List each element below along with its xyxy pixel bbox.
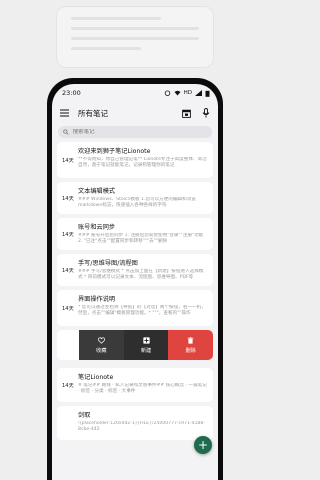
favorite-label: 收藏 xyxy=(96,347,107,354)
wifi-icon xyxy=(174,90,181,96)
note-days xyxy=(62,410,78,436)
app-screen: 23:00 HD 所有笔记 搜索笔记 14天 欢迎来到狮子笔记Lionote *… xyxy=(52,84,218,480)
note-card[interactable]: 14天 账号和云同步 ### 账号开启后同步 1. 注册后您就会使用"登录""注… xyxy=(57,218,213,250)
signal-icon xyxy=(195,90,202,96)
new-label: 新建 xyxy=(140,347,152,354)
delete-label: 删除 xyxy=(185,347,196,354)
background-card xyxy=(56,6,214,68)
notes-list: 14天 欢迎来到狮子笔记Lionote **不得而知，你自己管理记笔** Lio… xyxy=(52,142,218,440)
note-title: 笔记Lionote xyxy=(78,374,114,381)
alarm-icon xyxy=(164,90,170,96)
swiped-note-edge xyxy=(57,330,79,360)
note-preview: ### 账号开启后同步 1. 注册后您就会使用"登录""注册"功能 2. "已注… xyxy=(78,233,204,245)
page-title: 所有笔记 xyxy=(78,108,108,118)
note-card[interactable]: 14天 手写/思维导图/流程图 ### 手写/思维模式 * 点击加上面在【新建】… xyxy=(57,254,213,286)
new-button[interactable]: 新建 xyxy=(123,330,169,360)
note-days: 14天 xyxy=(62,231,74,238)
swipe-actions-row: 收藏 新建 删除 xyxy=(57,330,214,360)
phone-frame: 23:00 HD 所有笔记 搜索笔记 14天 欢迎来到狮子笔记Lionote *… xyxy=(47,78,223,480)
note-title: 剑取 xyxy=(78,412,91,419)
note-days: 14天 xyxy=(62,195,74,202)
search-icon xyxy=(63,129,69,135)
note-days: 14天 xyxy=(62,157,74,164)
favorite-button[interactable]: 收藏 xyxy=(79,330,124,360)
menu-icon[interactable] xyxy=(58,107,70,119)
hd-label: HD xyxy=(183,90,192,96)
note-card[interactable]: 14天 欢迎来到狮子笔记Lionote **不得而知，你自己管理记笔** Lio… xyxy=(57,142,213,178)
note-days: 14天 xyxy=(62,382,74,389)
note-days: 14天 xyxy=(62,305,74,312)
status-icons: HD xyxy=(164,90,210,97)
mic-icon[interactable] xyxy=(200,107,212,119)
note-card[interactable]: 剑取 ![placeholder:120x442-1]{FILE}/250007… xyxy=(57,406,213,440)
search-input[interactable] xyxy=(72,129,207,135)
delete-button[interactable]: 删除 xyxy=(168,330,214,360)
calendar-icon[interactable] xyxy=(180,107,192,119)
trash-icon xyxy=(187,336,194,344)
top-bar: 所有笔记 xyxy=(52,102,218,124)
note-preview: # 笔记## 路线 · 私人记录和灵感事件## 核心概念 · 一篇笔记 · 标签… xyxy=(78,383,207,395)
note-preview: ### Windows、Stoic5模板 1.您可以方便的编辑和浏览markdo… xyxy=(78,197,196,209)
note-title: 界面操作说明 xyxy=(78,296,116,303)
note-preview: * 您可以通过左右滑【导航】的【对话】两个按钮，右一一机，然后，点击""编辑"模… xyxy=(78,305,206,317)
note-preview: ![placeholder:120x442-1]{FILE}/25000777-… xyxy=(78,421,205,433)
note-title: 文本编辑模式 xyxy=(78,188,116,195)
note-preview: **不得而知，你自己管理记笔** Lionote专注于高度整体、简洁自然，基于笔… xyxy=(78,157,207,169)
plus-icon: + xyxy=(197,438,209,452)
note-card[interactable]: 14天 笔记Lionote # 笔记## 路线 · 私人记录和灵感事件## 核心… xyxy=(57,368,213,402)
note-title: 账号和云同步 xyxy=(78,224,116,231)
battery-icon xyxy=(205,90,210,97)
note-preview: ### 手写/思维模式 * 点击加上面在【新建】按钮进入选择模式 * 目前模式可… xyxy=(78,269,204,281)
status-bar: 23:00 HD xyxy=(52,84,218,102)
note-title: 欢迎来到狮子笔记Lionote xyxy=(78,148,151,155)
note-days: 14天 xyxy=(62,267,74,274)
search-bar[interactable] xyxy=(58,126,212,138)
note-card[interactable]: 14天 界面操作说明 * 您可以通过左右滑【导航】的【对话】两个按钮，右一一机，… xyxy=(57,290,213,326)
status-time: 23:00 xyxy=(62,89,81,97)
add-note-button[interactable]: + xyxy=(194,436,212,454)
note-title: 手写/思维导图/流程图 xyxy=(78,260,138,267)
heart-icon xyxy=(97,336,105,344)
note-card[interactable]: 14天 文本编辑模式 ### Windows、Stoic5模板 1.您可以方便的… xyxy=(57,182,213,214)
add-box-icon xyxy=(142,336,150,344)
